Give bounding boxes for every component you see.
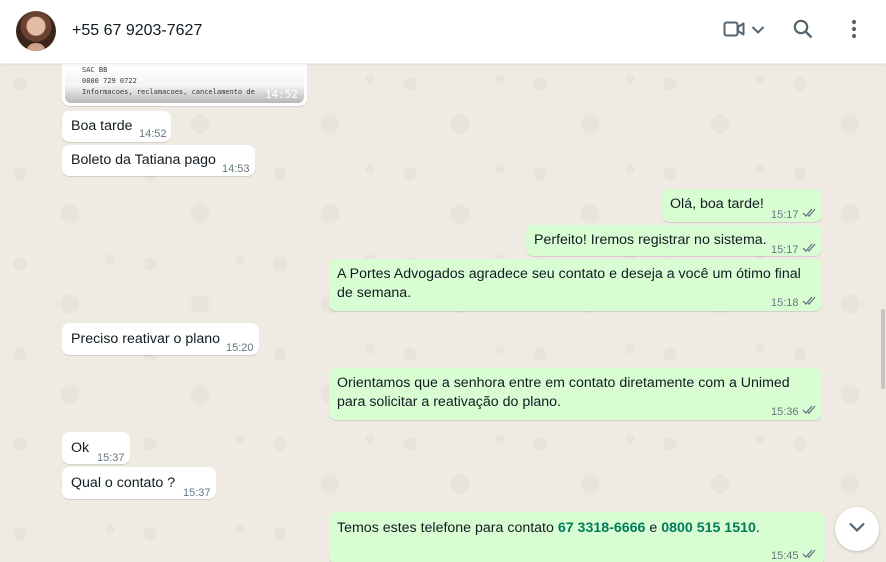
phone-link[interactable]: 67 3318-6666	[558, 520, 646, 536]
incoming-message[interactable]: Boa tarde 14:52	[62, 111, 171, 142]
message-text: Boa tarde	[71, 118, 133, 134]
kebab-menu-icon	[851, 19, 857, 44]
search-button[interactable]	[790, 18, 816, 44]
incoming-message[interactable]: Qual o contato ? 15:37	[62, 467, 216, 499]
message-text: Temos estes telefone para contato 67 331…	[337, 519, 760, 538]
incoming-message[interactable]: Ok 15:37	[62, 432, 130, 464]
menu-button[interactable]	[842, 18, 866, 44]
message-time: 14:53	[222, 163, 250, 175]
video-camera-icon	[723, 20, 745, 43]
double-check-icon	[802, 206, 818, 225]
image-message[interactable]: SAC BB 0800 729 0722 Informacoes, reclam…	[62, 64, 307, 106]
outgoing-message[interactable]: A Portes Advogados agradece seu contato …	[329, 259, 822, 311]
message-text: Perfeito! Iremos registrar no sistema.	[534, 232, 767, 248]
message-text-part: e	[645, 520, 662, 536]
message-meta: 15:45	[771, 547, 818, 562]
message-list[interactable]: SAC BB 0800 729 0722 Informacoes, reclam…	[0, 64, 880, 562]
outgoing-message[interactable]: Olá, boa tarde! 15:17	[662, 189, 822, 222]
message-time: 14:52	[264, 87, 298, 101]
message-text: para solicitar a reativação do plano.	[337, 394, 561, 410]
message-time: 15:18	[771, 297, 799, 309]
message-time: 15:37	[183, 487, 211, 499]
incoming-message[interactable]: Boleto da Tatiana pago 14:53	[62, 145, 255, 176]
message-text: Preciso reativar o plano	[71, 331, 221, 347]
double-check-icon	[802, 294, 818, 313]
incoming-message[interactable]: Preciso reativar o plano 15:20	[62, 323, 259, 355]
message-text: A Portes Advogados agradece seu contato …	[337, 266, 801, 282]
message-text-part: Temos estes telefone para contato	[337, 520, 558, 536]
video-call-button[interactable]	[720, 18, 768, 44]
message-time: 15:17	[771, 209, 799, 221]
double-check-icon	[802, 403, 818, 422]
message-text: Orientamos que a senhora entre em contat…	[337, 375, 790, 391]
double-check-icon	[802, 241, 818, 260]
message-text: Ok	[71, 440, 90, 456]
message-time: 14:52	[139, 128, 167, 140]
message-meta: 15:17	[771, 206, 818, 225]
message-meta: 15:17	[771, 241, 818, 260]
image-text-line: SAC BB	[82, 66, 108, 74]
message-meta: 15:18	[771, 294, 818, 313]
outgoing-message[interactable]: Temos estes telefone para contato 67 331…	[329, 512, 825, 562]
message-text: Qual o contato ?	[71, 475, 176, 491]
message-time: 15:45	[771, 550, 799, 562]
message-time: 15:20	[226, 342, 254, 354]
image-attachment[interactable]: SAC BB 0800 729 0722 Informacoes, reclam…	[65, 64, 304, 103]
message-text: Olá, boa tarde!	[670, 196, 764, 212]
chevron-down-icon	[848, 520, 866, 538]
message-meta: 15:36	[771, 403, 818, 422]
image-text-line: 0800 729 0722	[82, 77, 137, 85]
message-text: Boleto da Tatiana pago	[71, 152, 216, 168]
contact-name[interactable]: +55 67 9203-7627	[72, 22, 202, 40]
chevron-down-icon	[751, 22, 765, 40]
phone-link[interactable]: 0800 515 1510	[661, 520, 756, 536]
scrollbar[interactable]	[880, 64, 886, 562]
message-time: 15:36	[771, 406, 799, 418]
image-text-line: Informacoes, reclamacoes, cancelamento d…	[82, 88, 255, 96]
contact-avatar[interactable]	[16, 11, 56, 51]
message-time: 15:37	[97, 452, 125, 464]
message-text: de semana.	[337, 285, 412, 301]
message-time: 15:17	[771, 244, 799, 256]
scroll-to-bottom-button[interactable]	[835, 507, 879, 551]
chat-header: +55 67 9203-7627	[0, 0, 886, 64]
scrollbar-thumb[interactable]	[881, 309, 885, 389]
message-text-part: .	[755, 520, 760, 536]
double-check-icon	[802, 547, 818, 562]
outgoing-message[interactable]: Perfeito! Iremos registrar no sistema. 1…	[526, 225, 822, 256]
search-icon	[793, 19, 813, 44]
outgoing-message[interactable]: Orientamos que a senhora entre em contat…	[329, 368, 822, 420]
